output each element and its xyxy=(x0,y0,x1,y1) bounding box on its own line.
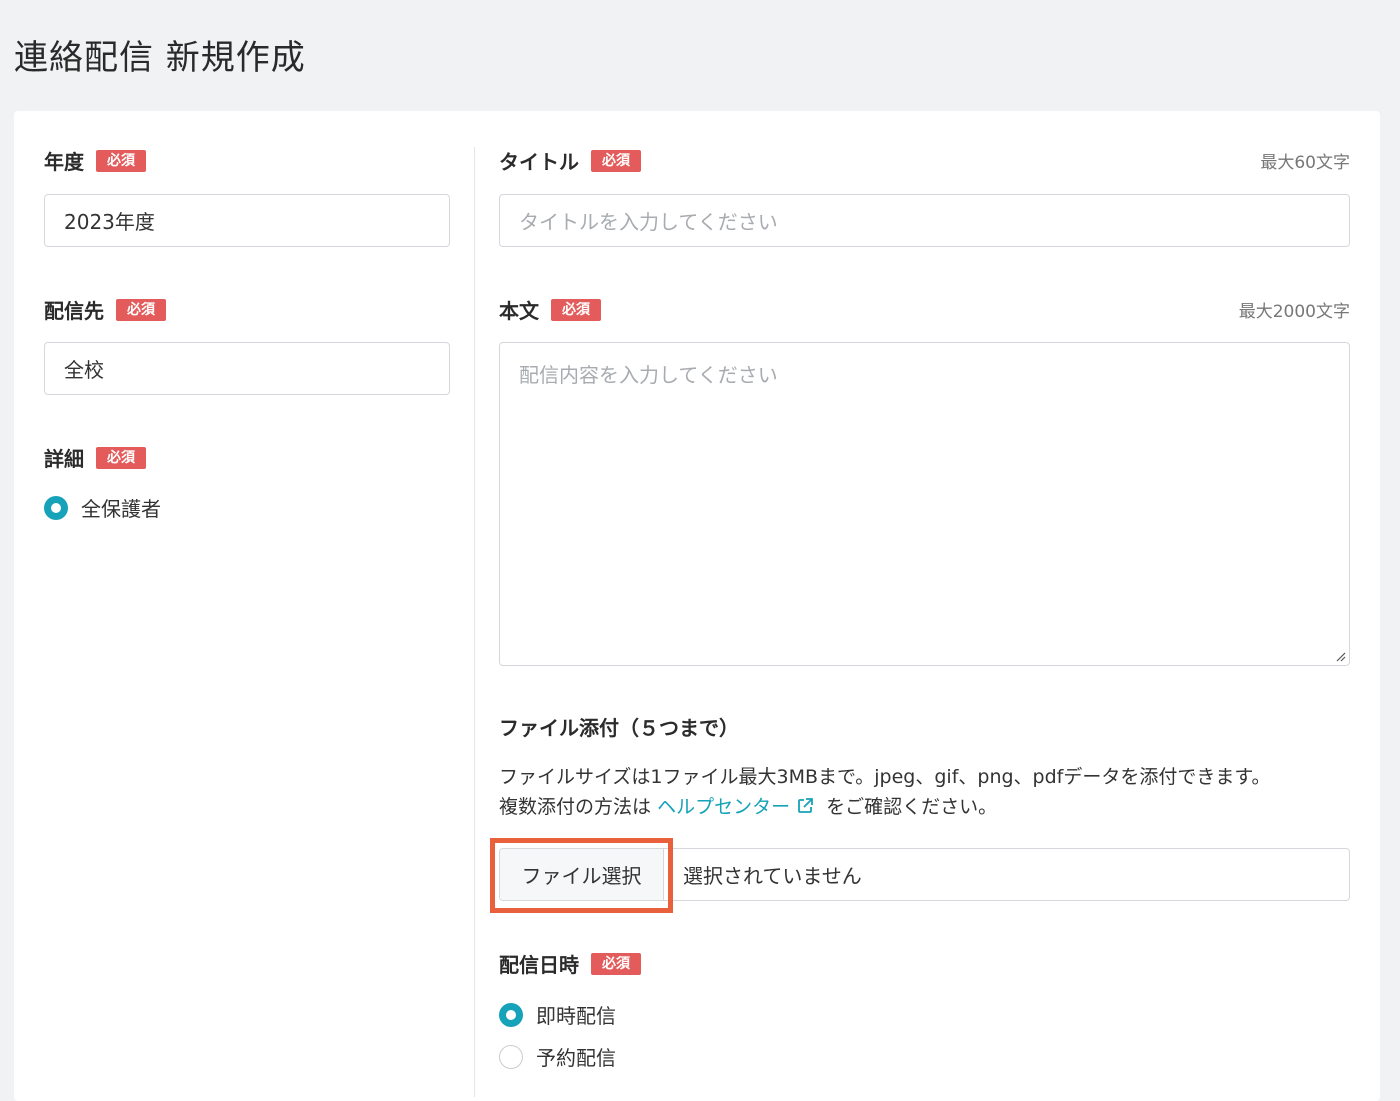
attachment-desc-line1: ファイルサイズは1ファイル最大3MBまで。jpeg、gif、png、pdfデータ… xyxy=(499,766,1271,788)
resize-grip-icon[interactable] xyxy=(1334,650,1346,662)
schedule-radio-scheduled[interactable]: 予約配信 xyxy=(499,1042,616,1071)
schedule-label: 配信日時 必須 xyxy=(499,949,641,978)
required-badge: 必須 xyxy=(551,298,601,321)
attachment-desc-prefix: 複数添付の方法は xyxy=(499,796,652,818)
attachment-title: ファイル添付（５つまで） xyxy=(499,716,739,740)
schedule-option-immediate: 即時配信 xyxy=(536,1004,616,1028)
detail-radio-all-guardians[interactable]: 全保護者 xyxy=(44,493,161,522)
help-center-link[interactable]: ヘルプセンター xyxy=(657,796,826,818)
schedule-option-scheduled: 予約配信 xyxy=(536,1046,616,1070)
schedule-label-text: 配信日時 xyxy=(499,953,579,977)
destination-label-text: 配信先 xyxy=(44,299,104,323)
required-badge: 必須 xyxy=(96,446,146,469)
radio-unselected-icon xyxy=(499,1044,523,1069)
year-label-text: 年度 xyxy=(44,150,84,174)
body-placeholder: 配信内容を入力してください xyxy=(519,363,778,387)
help-center-link-text: ヘルプセンター xyxy=(657,796,791,818)
title-input[interactable]: タイトルを入力してください xyxy=(499,194,1350,247)
page-title: 連絡配信 新規作成 xyxy=(14,38,306,78)
body-label-text: 本文 xyxy=(499,299,539,323)
external-link-icon xyxy=(798,798,813,813)
required-badge: 必須 xyxy=(96,149,146,172)
schedule-radio-immediate[interactable]: 即時配信 xyxy=(499,1000,616,1029)
destination-label: 配信先 必須 xyxy=(44,295,166,324)
year-value: 2023年度 xyxy=(64,210,155,234)
required-badge: 必須 xyxy=(116,298,166,321)
destination-value: 全校 xyxy=(64,358,104,382)
title-label-text: タイトル xyxy=(499,150,579,174)
file-status-text: 選択されていません xyxy=(683,864,862,888)
column-divider xyxy=(474,147,475,1097)
required-badge: 必須 xyxy=(591,952,641,975)
year-select[interactable]: 2023年度 xyxy=(44,194,450,247)
file-select-button[interactable]: ファイル選択 xyxy=(500,849,664,900)
body-char-limit: 最大2000文字 xyxy=(1238,302,1350,322)
form-card: 年度 必須 2023年度 配信先 必須 全校 詳細 必須 全保護者 タイトル 必… xyxy=(14,111,1380,1101)
attachment-desc-suffix: をご確認ください。 xyxy=(826,796,998,818)
attachment-description: ファイルサイズは1ファイル最大3MBまで。jpeg、gif、png、pdfデータ… xyxy=(499,762,1270,822)
attachment-desc-line2: 複数添付の方法は ヘルプセンター をご確認ください。 xyxy=(499,792,1270,822)
detail-label: 詳細 必須 xyxy=(44,443,146,472)
required-badge: 必須 xyxy=(591,149,641,172)
file-input[interactable]: ファイル選択 選択されていません xyxy=(499,848,1350,901)
year-label: 年度 必須 xyxy=(44,146,146,175)
title-placeholder: タイトルを入力してください xyxy=(519,210,778,234)
radio-selected-icon xyxy=(44,495,68,520)
body-label: 本文 必須 xyxy=(499,295,601,324)
destination-select[interactable]: 全校 xyxy=(44,342,450,395)
detail-option-label: 全保護者 xyxy=(81,497,161,521)
title-char-limit: 最大60文字 xyxy=(1260,153,1350,173)
title-label: タイトル 必須 xyxy=(499,146,641,175)
detail-label-text: 詳細 xyxy=(44,447,84,471)
body-textarea[interactable]: 配信内容を入力してください xyxy=(499,342,1350,666)
radio-selected-icon xyxy=(499,1002,523,1027)
